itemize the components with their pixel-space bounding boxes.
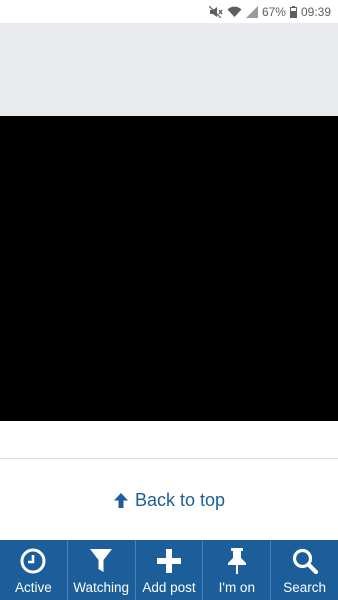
clock-time: 09:39 [300,4,331,19]
filter-icon [89,547,113,575]
nav-item-label: Active [15,580,52,595]
nav-item-label: Add post [142,580,196,595]
page-header-band [0,23,338,116]
battery-icon [289,5,297,18]
nav-item-search[interactable]: Search [271,540,338,600]
signal-icon [245,5,258,18]
plus-icon [156,547,182,575]
nav-item-im-on[interactable]: I'm on [203,540,272,600]
divider [0,458,338,459]
battery-percent: 67% [261,4,286,19]
mute-icon [208,5,223,18]
nav-item-label: I'm on [218,580,255,595]
video-player[interactable] [0,116,338,421]
back-to-top-link[interactable]: Back to top [0,486,338,514]
clock-icon [20,547,46,575]
bottom-nav: Active Watching Add post I'm on Search [0,540,338,600]
search-icon [292,547,318,575]
nav-item-label: Search [283,580,326,595]
status-bar: 67% 09:39 [0,0,338,23]
nav-item-watching[interactable]: Watching [68,540,136,600]
wifi-icon [227,6,242,18]
back-to-top-label: Back to top [134,489,226,510]
nav-item-label: Watching [73,580,130,595]
pin-icon [226,547,248,575]
nav-item-add-post[interactable]: Add post [136,540,204,600]
nav-item-active[interactable]: Active [0,540,68,600]
arrow-up-icon [113,492,129,509]
